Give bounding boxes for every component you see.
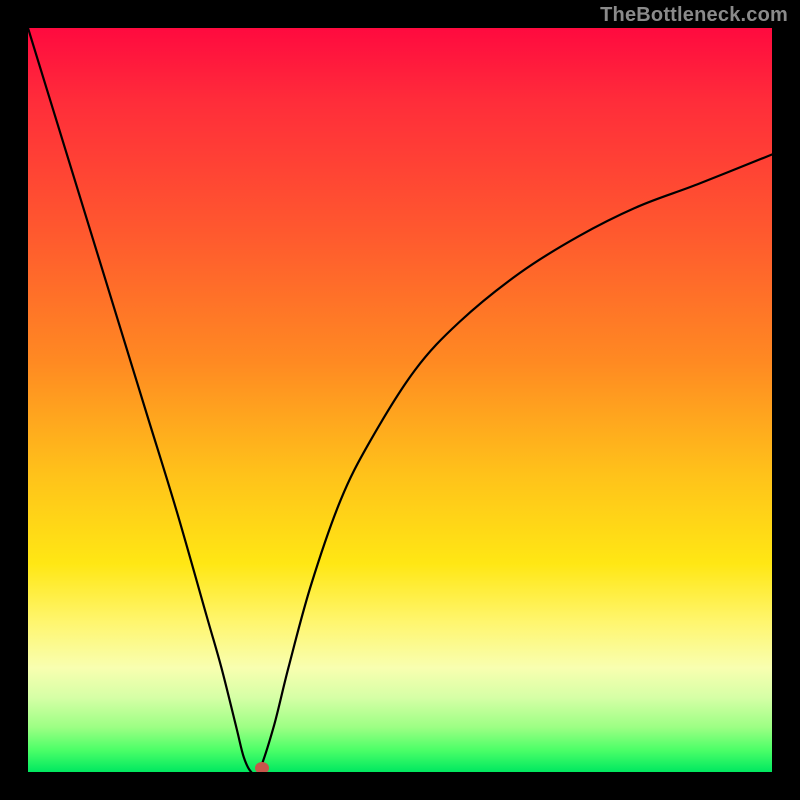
plot-area	[28, 28, 772, 772]
bottleneck-curve	[28, 28, 772, 772]
watermark-label: TheBottleneck.com	[600, 4, 788, 27]
chart-frame: TheBottleneck.com	[0, 0, 800, 800]
optimum-marker	[255, 762, 269, 772]
